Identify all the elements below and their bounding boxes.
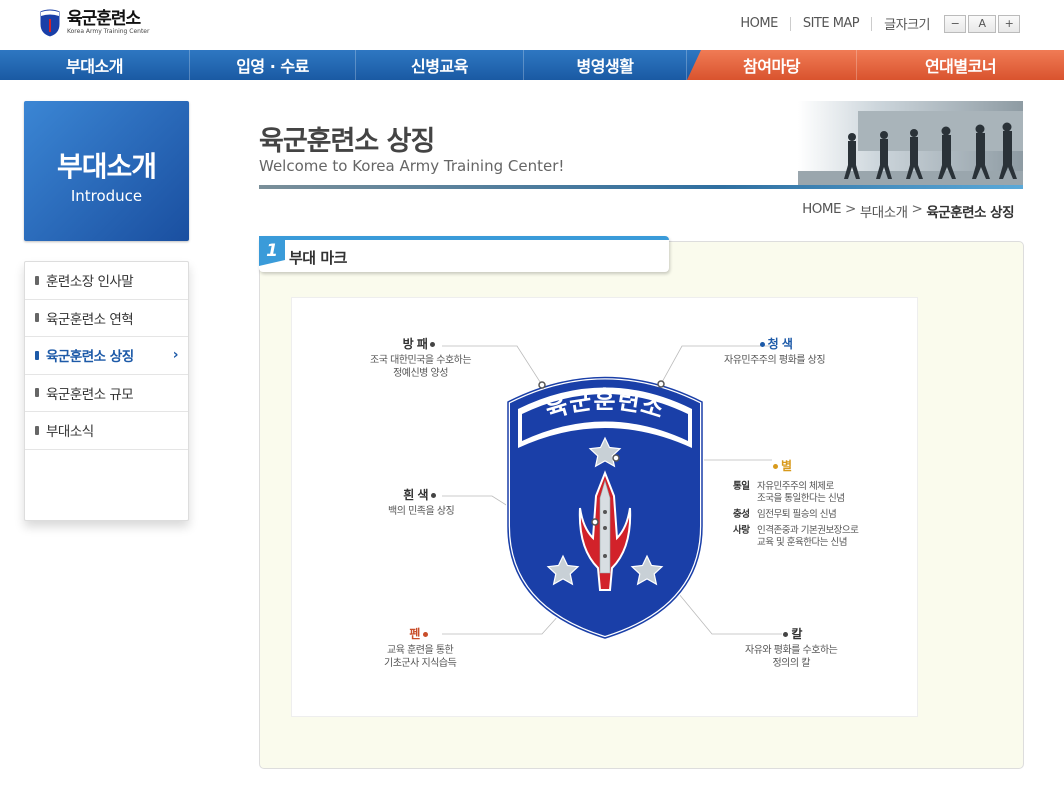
star-value: 교육 및 훈육한다는 신념: [757, 537, 847, 548]
font-size-controls: − A +: [942, 14, 1020, 33]
sidebar-item-greeting[interactable]: 훈련소장 인사말: [25, 262, 188, 300]
home-link[interactable]: HOME: [740, 16, 778, 31]
annotation-desc: 정의의 칼: [772, 658, 810, 669]
annotation-pen: 펜 교육 훈련을 통한 기초군사 지식습득: [384, 627, 457, 670]
annotation-desc: 자유와 평화를 수호하는: [745, 645, 838, 656]
bullet-icon: [35, 275, 39, 285]
nav-item-about[interactable]: 부대소개: [0, 50, 190, 80]
font-size-label: 글자크기: [884, 18, 930, 33]
chevron-right-icon: ›: [172, 347, 179, 364]
annotation-star-title: 별: [770, 460, 792, 476]
utility-menu: HOME SITE MAP 글자크기 − A +: [740, 14, 1020, 33]
breadcrumb-current: 육군훈련소 상징: [926, 205, 1014, 221]
annotation-title: 별: [781, 459, 792, 473]
star-value: 조국을 통일한다는 신념: [757, 493, 845, 504]
nav-item-barracks-life[interactable]: 병영생활: [524, 50, 687, 80]
annotation-title: 청 색: [767, 337, 793, 351]
annotation-shield: 방 패 조국 대한민국을 수호하는 정예신병 양성: [370, 337, 472, 380]
dot-icon: [783, 632, 789, 637]
site-logo[interactable]: 육군훈련소 Korea Army Training Center: [38, 8, 149, 38]
annotation-title: 흰 색: [403, 488, 429, 502]
star-value: 임전무퇴 필승의 신념: [757, 509, 837, 520]
section-heading-tab: 1 부대 마크: [259, 236, 669, 272]
section-title-korean: 부대소개: [56, 150, 157, 183]
star-value: 자유민주주의 체제로: [757, 481, 834, 492]
annotation-title: 펜: [409, 627, 420, 641]
sidebar-menu: 훈련소장 인사말 육군훈련소 연혁 육군훈련소 상징 › 육군훈련소 규모 부대소…: [24, 261, 189, 521]
divider: [789, 16, 791, 31]
annotation-desc: 기초군사 지식습득: [384, 658, 457, 669]
annotation-desc: 교육 훈련을 통한: [387, 645, 454, 656]
dot-icon: [422, 632, 428, 637]
nav-item-participation[interactable]: 참여마당: [687, 50, 857, 80]
title-underline: [259, 185, 1023, 189]
sidebar-item-news[interactable]: 부대소식: [25, 412, 188, 450]
page-subtitle: Welcome to Korea Army Training Center!: [259, 157, 565, 175]
page-header: 육군훈련소 상징 Welcome to Korea Army Training …: [259, 101, 1023, 189]
font-reset-button[interactable]: A: [968, 14, 996, 33]
star-value: 인격존중과 기본권보장으로: [757, 525, 859, 536]
annotation-sword: 칼 자유와 평화를 수호하는 정의의 칼: [745, 627, 838, 670]
annotation-desc: 자유민주주의 평화를 상징: [724, 355, 826, 366]
annotation-title: 칼: [791, 627, 802, 641]
section-number: 1: [259, 236, 285, 266]
breadcrumb-separator-icon: >: [911, 201, 923, 217]
sitemap-link[interactable]: SITE MAP: [803, 16, 860, 31]
nav-item-enlistment[interactable]: 입영 · 수료: [190, 50, 356, 80]
main-navigation: 부대소개 입영 · 수료 신병교육 병영생활 참여마당 연대별코너: [0, 50, 1064, 80]
nav-item-recruit-training[interactable]: 신병교육: [356, 50, 524, 80]
section-title-box: 부대소개 Introduce: [24, 101, 189, 241]
breadcrumb-separator-icon: >: [845, 201, 856, 217]
breadcrumb-about[interactable]: 부대소개: [860, 201, 908, 221]
sidebar-item-label: 훈련소장 인사말: [46, 274, 134, 291]
sidebar-item-scale[interactable]: 육군훈련소 규모: [25, 375, 188, 412]
breadcrumb: HOME > 부대소개 > 육군훈련소 상징: [802, 201, 1014, 221]
dot-icon: [431, 493, 437, 498]
emblem-logo-icon: [39, 8, 61, 38]
font-decrease-button[interactable]: −: [944, 14, 966, 33]
dot-icon: [759, 342, 765, 347]
bullet-icon: [35, 425, 39, 435]
sidebar-item-label: 육군훈련소 규모: [46, 386, 134, 403]
sidebar-item-symbol[interactable]: 육군훈련소 상징 ›: [25, 337, 188, 375]
divider: [871, 16, 873, 31]
sidebar-item-history[interactable]: 육군훈련소 연혁: [25, 300, 188, 337]
logo-korean-text: 육군훈련소: [67, 9, 141, 29]
sidebar-item-label: 부대소식: [46, 424, 94, 441]
annotation-star-list: 통일 자유민주주의 체제로 조국을 통일한다는 신념 충성 임전무퇴 필승의 신념 사…: [733, 481, 859, 553]
sidebar-item-label: 육군훈련소 상징: [46, 349, 134, 366]
marching-soldiers-image: [798, 101, 1023, 185]
dot-icon: [773, 464, 778, 469]
annotation-desc: 조국 대한민국을 수호하는: [370, 355, 472, 366]
section-label: 부대 마크: [289, 249, 347, 267]
bullet-icon: [35, 350, 39, 360]
annotation-desc: 백의 민족을 상징: [388, 506, 455, 517]
sidebar-item-label: 육군훈련소 연혁: [46, 311, 134, 328]
section-title-english: Introduce: [70, 187, 143, 205]
star-key: 충성: [733, 509, 750, 520]
annotation-desc: 정예신병 양성: [393, 368, 448, 379]
logo-english-text: Korea Army Training Center: [67, 28, 150, 35]
dot-icon: [430, 342, 436, 347]
star-key: 통일: [733, 481, 750, 492]
site-header: 육군훈련소 Korea Army Training Center HOME SI…: [0, 0, 1064, 50]
bullet-icon: [35, 313, 39, 323]
font-increase-button[interactable]: +: [998, 14, 1020, 33]
annotation-blue: 청 색 자유민주주의 평화를 상징: [724, 337, 826, 367]
breadcrumb-home[interactable]: HOME: [802, 201, 841, 221]
annotation-title: 방 패: [402, 337, 428, 351]
bullet-icon: [35, 388, 39, 398]
star-key: 사랑: [733, 525, 750, 536]
annotation-white: 흰 색 백의 민족을 상징: [388, 488, 455, 518]
nav-item-regiment-corner[interactable]: 연대별코너: [857, 50, 1064, 80]
emblem-diagram: 육군훈련소 방 패 조국 대한민국을 수호하는 정예신병 양성 청 색 자유민주…: [291, 297, 918, 717]
page-title: 육군훈련소 상징: [259, 126, 435, 157]
